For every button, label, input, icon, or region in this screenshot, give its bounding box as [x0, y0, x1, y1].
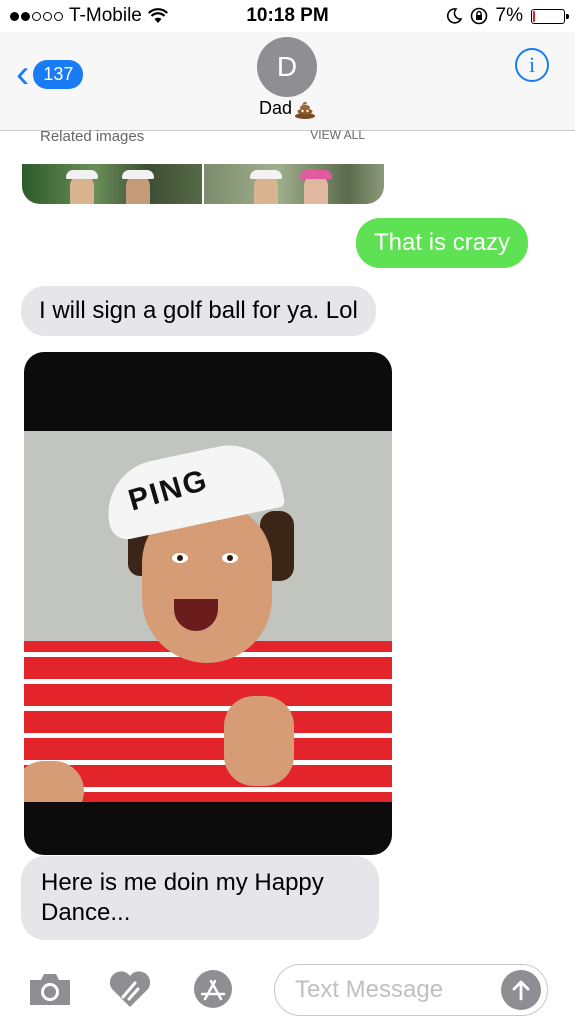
conversation-header: ‹ 137 D Dad i — [0, 32, 575, 131]
status-right: 7% — [446, 5, 569, 27]
unread-badge: 137 — [33, 59, 84, 89]
message-input[interactable] — [293, 975, 497, 1005]
related-images-header: Related images VIEW ALL — [40, 128, 365, 145]
rotation-lock-icon — [470, 7, 487, 25]
message-bubble-received[interactable]: Here is me doin my Happy Dance... — [21, 856, 379, 940]
moon-icon — [446, 8, 462, 24]
related-image-thumbnail[interactable] — [204, 164, 384, 204]
related-images-strip[interactable] — [22, 164, 384, 204]
visor-brand: PING — [124, 463, 213, 518]
app-store-icon — [194, 970, 232, 1008]
camera-icon — [30, 974, 70, 1005]
contact-name[interactable]: Dad — [0, 98, 575, 119]
digital-touch-button[interactable] — [107, 969, 153, 1009]
message-input-container[interactable] — [274, 964, 548, 1016]
view-all-link[interactable]: VIEW ALL — [310, 128, 365, 145]
app-store-button[interactable] — [190, 969, 236, 1009]
chevron-left-icon: ‹ — [16, 52, 30, 96]
camera-button[interactable] — [27, 969, 73, 1009]
digital-touch-heart-icon — [109, 971, 151, 1007]
arrow-up-icon — [512, 980, 530, 1001]
info-button[interactable]: i — [515, 48, 549, 82]
image-message[interactable]: PING — [24, 352, 392, 855]
contact-name-label: Dad — [258, 98, 293, 118]
contact-avatar[interactable]: D — [257, 37, 317, 97]
compose-toolbar — [0, 955, 575, 1024]
battery-fill — [533, 10, 535, 22]
battery-percent: 7% — [495, 5, 523, 26]
poop-emoji-icon — [295, 101, 316, 119]
back-button[interactable]: ‹ 137 — [16, 52, 84, 96]
message-bubble-received[interactable]: I will sign a golf ball for ya. Lol — [21, 286, 376, 336]
message-bubble-sent[interactable]: That is crazy — [356, 218, 529, 268]
related-image-thumbnail[interactable] — [22, 164, 202, 204]
related-images-label: Related images — [40, 128, 145, 145]
battery-icon — [531, 8, 569, 24]
golfer-photo: PING — [24, 431, 392, 802]
status-bar: T-Mobile 10:18 PM 7% — [0, 0, 575, 32]
send-button[interactable] — [501, 970, 541, 1010]
